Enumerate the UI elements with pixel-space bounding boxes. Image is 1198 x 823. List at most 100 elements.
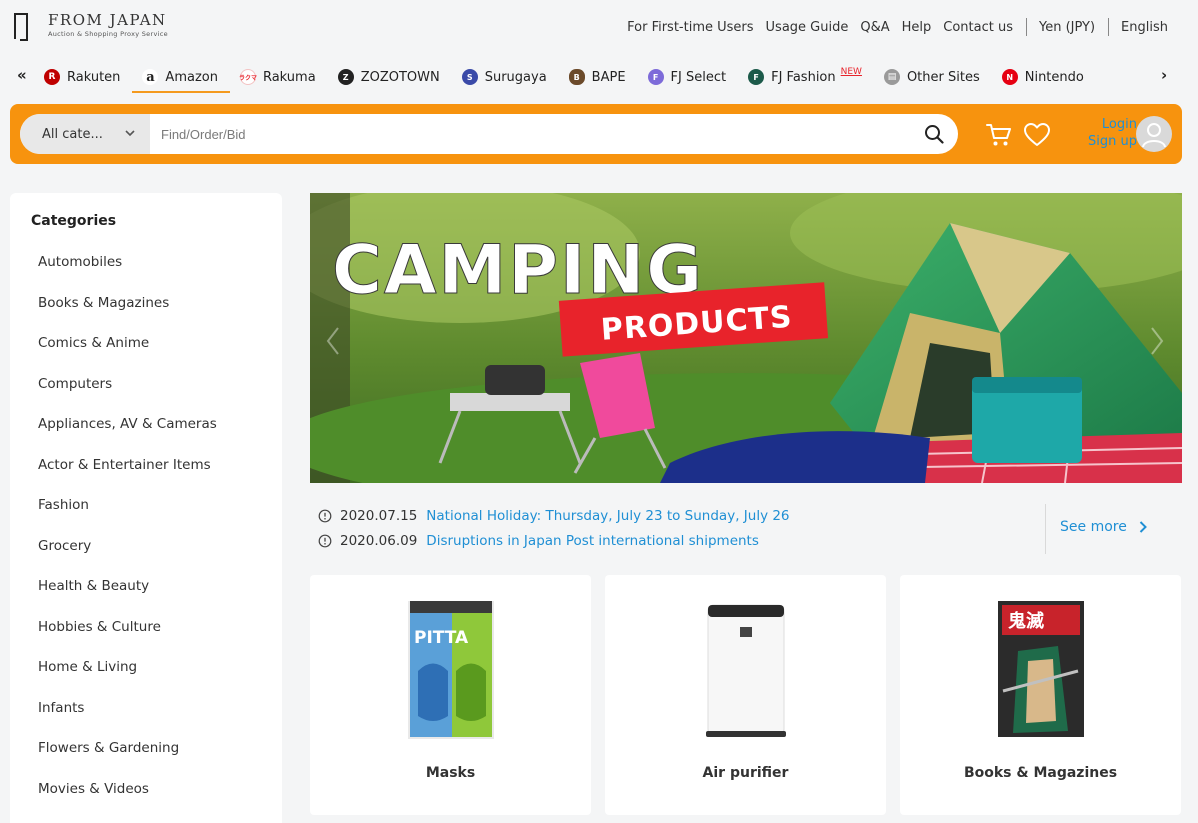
search-icon[interactable] [924, 124, 944, 144]
category-item-flowers-gardening[interactable]: Flowers & Gardening [38, 737, 217, 778]
category-sidebar: Categories Automobiles Books & Magazines… [10, 193, 282, 823]
divider [1108, 18, 1110, 36]
scroll-left-icon[interactable]: « [17, 66, 27, 84]
category-item-appliances[interactable]: Appliances, AV & Cameras [38, 413, 217, 454]
scroll-right-icon[interactable]: › [1161, 66, 1167, 84]
search-box: All cate... [20, 114, 958, 154]
site-tab-rakuma[interactable]: ラクマ Rakuma [239, 62, 316, 92]
rakuten-icon: R [44, 69, 60, 85]
fj-logo-icon [14, 11, 34, 43]
site-tab-label: Surugaya [484, 69, 547, 85]
air-purifier-product-image [705, 604, 786, 737]
sidebar-title: Categories [31, 213, 117, 229]
brand-tagline: Auction & Shopping Proxy Service [48, 30, 168, 38]
product-card-masks[interactable]: PITTA Masks [310, 575, 591, 815]
news-headline-link[interactable]: Disruptions in Japan Post international … [426, 533, 759, 549]
books-magazines-product-image: 鬼滅 [997, 601, 1084, 737]
top-header: FROM JAPAN Auction & Shopping Proxy Serv… [0, 0, 1198, 54]
category-item-health-beauty[interactable]: Health & Beauty [38, 575, 217, 616]
link-help[interactable]: Help [902, 20, 932, 35]
promo-banner[interactable]: CAMPING PRODUCTS [310, 193, 1182, 483]
amazon-icon: a [142, 69, 159, 85]
site-tab-nintendo[interactable]: N Nintendo [1001, 62, 1084, 92]
category-list: Automobiles Books & Magazines Comics & A… [38, 251, 217, 818]
link-qa[interactable]: Q&A [860, 20, 889, 35]
category-item-books-magazines[interactable]: Books & Magazines [38, 292, 217, 333]
category-item-automobiles[interactable]: Automobiles [38, 251, 217, 292]
svg-text:鬼滅: 鬼滅 [1008, 610, 1044, 632]
top-links: For First-time Users Usage Guide Q&A Hel… [615, 18, 1168, 36]
product-label: Air purifier [702, 765, 789, 781]
login-link[interactable]: Login [1065, 116, 1137, 133]
site-tab-label: ZOZOTOWN [360, 69, 440, 85]
masks-product-image: PITTA [407, 601, 494, 739]
product-label: Masks [425, 765, 476, 781]
rakuma-icon: ラクマ [239, 69, 257, 85]
product-card-books-magazines[interactable]: 鬼滅 Books & Magazines [900, 575, 1181, 815]
news-date: 2020.07.15 [340, 508, 418, 524]
site-logo[interactable]: FROM JAPAN Auction & Shopping Proxy Serv… [14, 11, 168, 43]
site-tab-label: Rakuma [262, 69, 316, 85]
other-sites-icon: ▤ [883, 69, 900, 85]
zozotown-icon: Z [337, 69, 354, 85]
signup-link[interactable]: Sign up [1065, 133, 1137, 150]
site-tab-label: FJ Fashion [771, 69, 836, 85]
divider [1045, 504, 1046, 554]
clock-icon [318, 509, 332, 523]
search-bar: All cate... Login Sign up [10, 104, 1182, 164]
site-tab-zozotown[interactable]: Z ZOZOTOWN [337, 62, 440, 92]
category-item-infants[interactable]: Infants [38, 697, 217, 738]
divider [1025, 18, 1027, 36]
clock-icon [318, 534, 332, 548]
category-item-hobbies-culture[interactable]: Hobbies & Culture [38, 616, 217, 657]
product-card-air-purifier[interactable]: Air purifier [605, 575, 886, 815]
cart-icon[interactable] [986, 122, 1012, 148]
avatar[interactable] [1136, 116, 1172, 152]
fj-fashion-icon: F [748, 69, 765, 85]
currency-selector[interactable]: Yen (JPY) [1039, 20, 1095, 35]
category-item-fashion[interactable]: Fashion [38, 494, 217, 535]
category-dropdown-value: All cate... [42, 126, 103, 142]
site-tab-label: Rakuten [67, 69, 121, 85]
chevron-down-icon [125, 130, 135, 137]
category-item-home-living[interactable]: Home & Living [38, 656, 217, 697]
news-headline-link[interactable]: National Holiday: Thursday, July 23 to S… [426, 508, 789, 524]
news-date: 2020.06.09 [340, 533, 418, 549]
link-contact-us[interactable]: Contact us [943, 20, 1013, 35]
site-tab-label: Nintendo [1024, 69, 1084, 85]
surugaya-icon: S [461, 69, 478, 85]
site-tab-amazon[interactable]: a Amazon [132, 62, 230, 93]
favorites-heart-icon[interactable] [1024, 122, 1050, 148]
site-tab-rakuten[interactable]: R Rakuten [44, 62, 120, 92]
see-more-label: See more [1060, 519, 1127, 535]
chevron-right-icon [1139, 521, 1147, 533]
category-item-grocery[interactable]: Grocery [38, 535, 217, 576]
search-input[interactable] [151, 114, 911, 154]
partner-site-nav: « R Rakuten a Amazon ラクマ Rakuma Z ZOZOTO… [0, 62, 1198, 93]
svg-text:PITTA: PITTA [414, 628, 469, 648]
site-tab-other-sites[interactable]: ▤ Other Sites [883, 62, 980, 92]
featured-products: PITTA Masks Air purifier 鬼滅 Books & Maga… [310, 575, 1182, 815]
site-tab-fj-fashion[interactable]: F FJ Fashion NEW [748, 62, 862, 92]
news-item: 2020.07.15 National Holiday: Thursday, J… [318, 508, 790, 524]
user-icon [1142, 123, 1166, 148]
language-selector[interactable]: English [1121, 20, 1168, 35]
new-badge: NEW [840, 67, 862, 77]
category-dropdown[interactable]: All cate... [20, 114, 150, 154]
news-item: 2020.06.09 Disruptions in Japan Post int… [318, 533, 759, 549]
auth-links: Login Sign up [1065, 116, 1137, 150]
category-item-actor-entertainer[interactable]: Actor & Entertainer Items [38, 454, 217, 495]
link-first-time-users[interactable]: For First-time Users [627, 20, 753, 35]
link-usage-guide[interactable]: Usage Guide [766, 20, 849, 35]
site-tab-bape[interactable]: B BAPE [568, 62, 626, 92]
bape-icon: B [568, 69, 585, 85]
site-tab-surugaya[interactable]: S Surugaya [461, 62, 547, 92]
fj-select-icon: F [647, 69, 664, 85]
camping-banner-image: CAMPING PRODUCTS [310, 193, 1182, 483]
category-item-computers[interactable]: Computers [38, 373, 217, 414]
site-tab-fj-select[interactable]: F FJ Select [647, 62, 726, 92]
site-tab-label: Other Sites [906, 69, 980, 85]
see-more-link[interactable]: See more [1060, 519, 1147, 535]
category-item-comics-anime[interactable]: Comics & Anime [38, 332, 217, 373]
category-item-movies-videos[interactable]: Movies & Videos [38, 778, 217, 819]
